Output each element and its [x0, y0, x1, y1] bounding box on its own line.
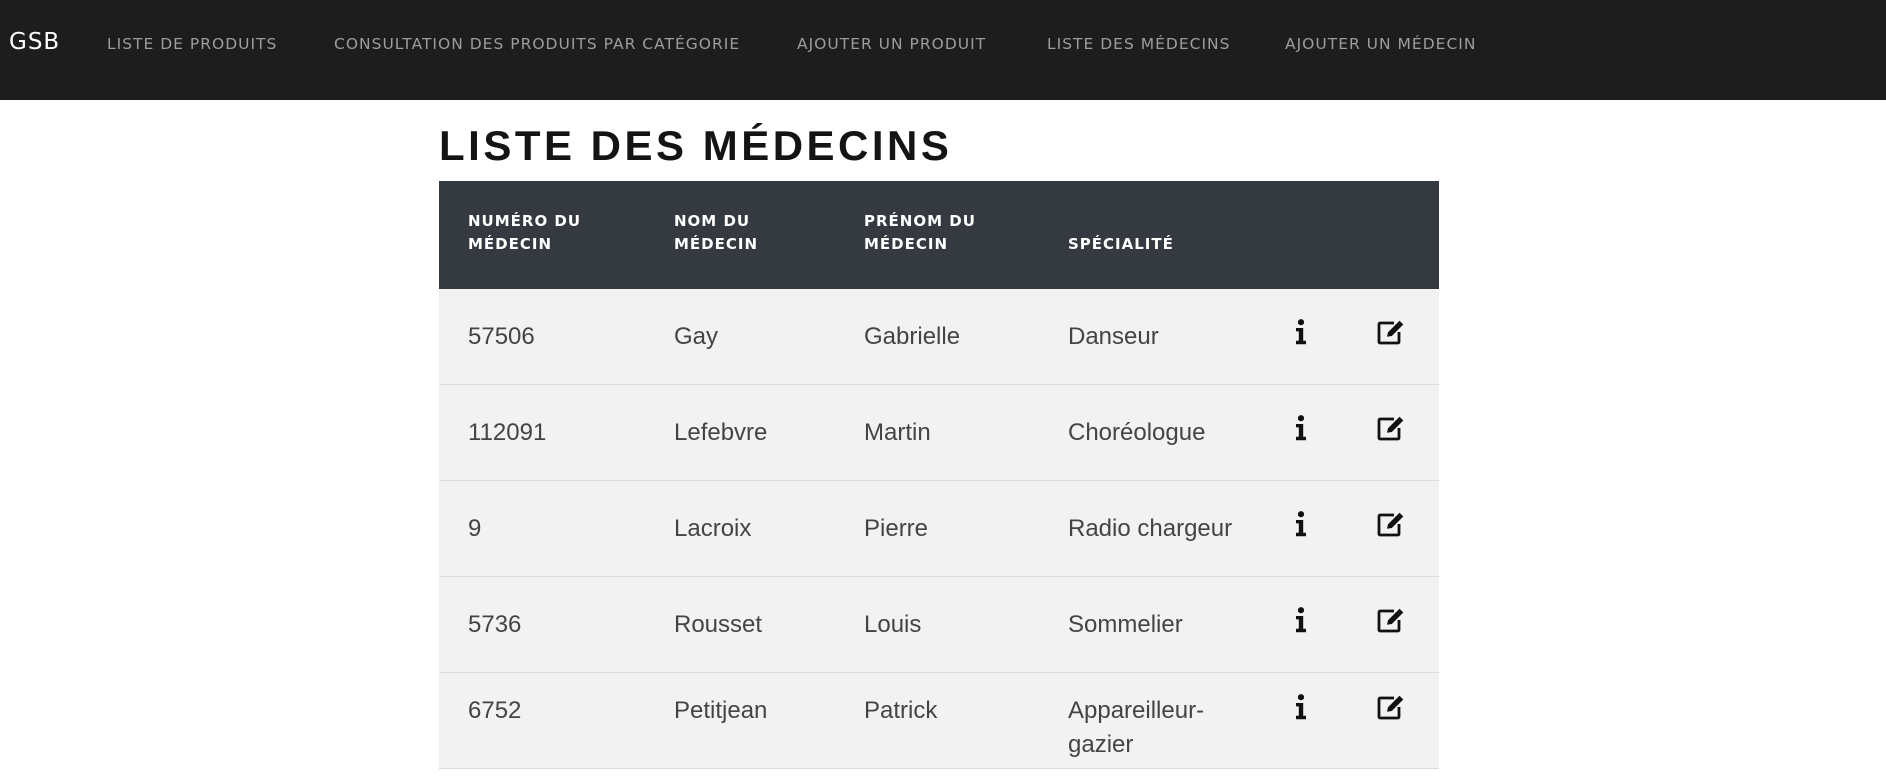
info-icon[interactable] — [1295, 318, 1307, 345]
cell-numero: 57506 — [468, 322, 535, 350]
cell-prenom: Patrick — [864, 697, 938, 724]
cell-specialite: Danseur — [1068, 322, 1159, 350]
doctors-table: NUMÉRO DU MÉDECIN NOM DU MÉDECIN PRÉNOM … — [439, 181, 1439, 769]
header-nom-line1: NOM DU — [674, 212, 751, 230]
cell-prenom: Louis — [864, 610, 922, 638]
header-edit-action — [1343, 181, 1439, 289]
cell-info — [1259, 673, 1343, 769]
edit-icon[interactable] — [1377, 694, 1405, 720]
edit-icon[interactable] — [1377, 607, 1405, 633]
edit-icon[interactable] — [1377, 511, 1405, 537]
cell-edit — [1343, 673, 1439, 769]
info-icon[interactable] — [1295, 414, 1307, 441]
info-icon[interactable] — [1295, 694, 1307, 720]
cell-prenom: Gabrielle — [864, 322, 961, 350]
cell-numero: 5736 — [468, 610, 522, 638]
info-icon[interactable] — [1295, 510, 1307, 537]
cell-specialite: Appareilleur-gazier — [1068, 697, 1205, 758]
table-row: 5736 Rousset Louis Sommelier — [439, 576, 1439, 673]
cell-nom: Lefebvre — [674, 418, 768, 446]
cell-numero: 9 — [468, 514, 482, 542]
table-row: 112091 Lefebvre Martin Choréologue — [439, 384, 1439, 481]
header-info-action — [1259, 181, 1343, 289]
header-prenom-line1: PRÉNOM DU — [864, 212, 976, 230]
nav-link-liste-produits[interactable]: LISTE DE PRODUITS — [107, 35, 277, 53]
cell-info — [1259, 289, 1343, 385]
table-row: 57506 Gay Gabrielle Danseur — [439, 289, 1439, 385]
cell-numero: 6752 — [468, 697, 522, 724]
nav-link-ajouter-medecin[interactable]: AJOUTER UN MÉDECIN — [1285, 35, 1476, 53]
table-header-row: NUMÉRO DU MÉDECIN NOM DU MÉDECIN PRÉNOM … — [439, 181, 1439, 289]
nav-link-consultation-categorie[interactable]: CONSULTATION DES PRODUITS PAR CATÉGORIE — [334, 35, 740, 53]
cell-edit — [1343, 577, 1439, 673]
header-specialite: SPÉCIALITÉ — [1039, 181, 1259, 289]
cell-edit — [1343, 481, 1439, 577]
header-numero-line2: MÉDECIN — [468, 235, 553, 253]
cell-prenom: Pierre — [864, 514, 929, 542]
cell-nom: Lacroix — [674, 514, 752, 542]
cell-nom: Gay — [674, 322, 719, 350]
edit-icon[interactable] — [1377, 415, 1405, 441]
header-nom-line2: MÉDECIN — [674, 235, 759, 253]
doctors-table-container: NUMÉRO DU MÉDECIN NOM DU MÉDECIN PRÉNOM … — [439, 181, 1439, 782]
header-specialite-label: SPÉCIALITÉ — [1068, 235, 1174, 253]
cell-specialite: Sommelier — [1068, 610, 1183, 638]
nav-link-ajouter-produit[interactable]: AJOUTER UN PRODUIT — [797, 35, 986, 53]
cell-prenom: Martin — [864, 418, 931, 446]
cell-info — [1259, 481, 1343, 577]
cell-numero: 112091 — [468, 418, 547, 446]
header-prenom-line2: MÉDECIN — [864, 235, 949, 253]
nav-link-liste-medecins[interactable]: LISTE DES MÉDECINS — [1047, 35, 1230, 53]
page-title: LISTE DES MÉDECINS — [439, 122, 953, 169]
header-nom: NOM DU MÉDECIN — [645, 181, 835, 289]
header-prenom: PRÉNOM DU MÉDECIN — [835, 181, 1039, 289]
cell-edit — [1343, 289, 1439, 385]
brand-link[interactable]: GSB — [9, 29, 60, 55]
header-numero-line1: NUMÉRO DU — [468, 212, 582, 230]
header-numero: NUMÉRO DU MÉDECIN — [439, 181, 645, 289]
info-icon[interactable] — [1295, 606, 1307, 633]
edit-icon[interactable] — [1377, 319, 1405, 345]
top-navbar: GSB LISTE DE PRODUITS CONSULTATION DES P… — [0, 0, 1886, 100]
cell-edit — [1343, 385, 1439, 481]
table-row: 6752 Petitjean Patrick Appareilleur-gazi… — [439, 672, 1439, 769]
cell-nom: Rousset — [674, 610, 763, 638]
cell-specialite: Radio chargeur — [1068, 514, 1233, 542]
table-row: 9 Lacroix Pierre Radio chargeur — [439, 480, 1439, 577]
cell-info — [1259, 385, 1343, 481]
cell-info — [1259, 577, 1343, 673]
cell-specialite: Choréologue — [1068, 418, 1206, 446]
table-body: 57506 Gay Gabrielle Danseur 112091 Lefeb — [439, 289, 1439, 769]
cell-nom: Petitjean — [674, 697, 768, 724]
